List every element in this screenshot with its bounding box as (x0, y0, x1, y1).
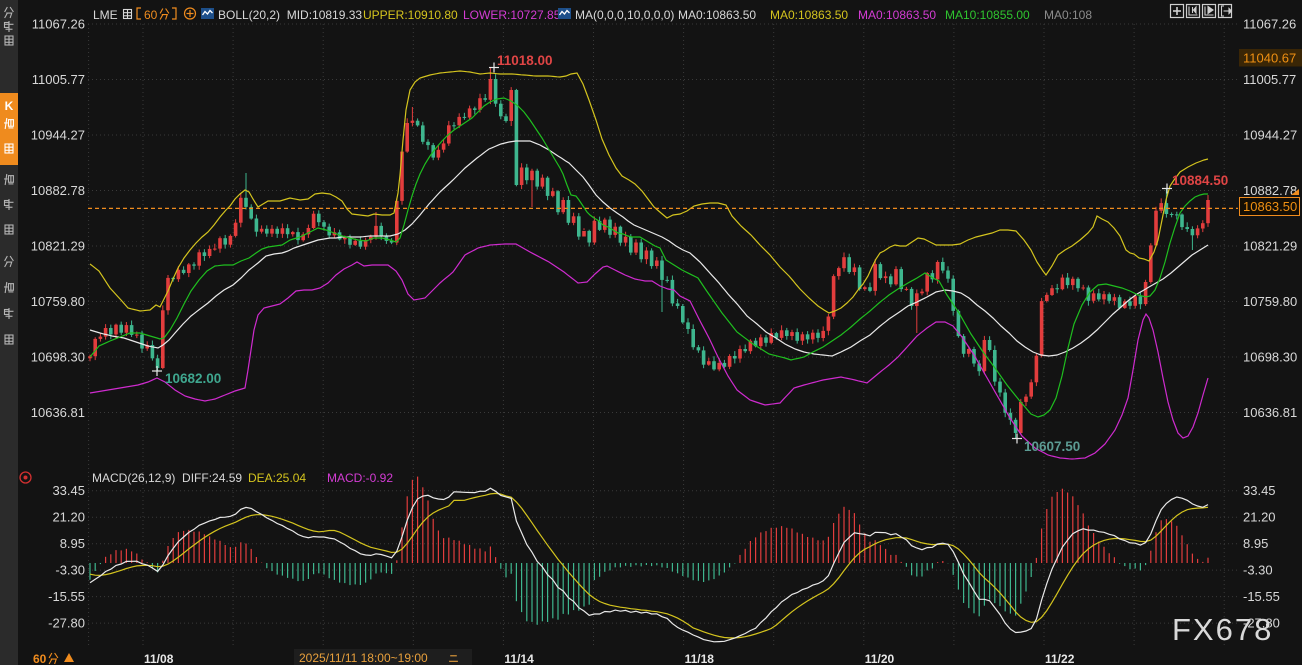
svg-text:10607.50: 10607.50 (1024, 439, 1080, 454)
svg-text:10944.27: 10944.27 (31, 128, 85, 143)
svg-text:BOLL(20,2) MID:10819.33: BOLL(20,2) MID:10819.33 (218, 8, 362, 22)
svg-text:10682.00: 10682.00 (165, 371, 221, 386)
svg-text:11018.00: 11018.00 (497, 53, 553, 68)
svg-text:-15.55: -15.55 (1243, 589, 1280, 604)
svg-text:UPPER:10910.80: UPPER:10910.80 (363, 8, 458, 22)
svg-text:10882.78: 10882.78 (31, 183, 85, 198)
svg-text:11/14: 11/14 (504, 652, 534, 665)
svg-text:11005.77: 11005.77 (32, 72, 85, 87)
svg-text:MA0:10863.50: MA0:10863.50 (858, 8, 936, 22)
svg-text:FX678: FX678 (1172, 612, 1273, 647)
svg-text:11040.67: 11040.67 (1243, 51, 1296, 66)
svg-text:-3.30: -3.30 (1243, 563, 1273, 578)
svg-text:10882.78: 10882.78 (1243, 183, 1297, 198)
svg-text:60: 60 (144, 8, 158, 22)
svg-text:10821.29: 10821.29 (31, 239, 85, 254)
svg-text:11067.26: 11067.26 (32, 17, 85, 32)
svg-text:MA(0,0,0,10,0,0,0): MA(0,0,0,10,0,0,0) (575, 8, 674, 22)
svg-text:11067.26: 11067.26 (1243, 17, 1296, 32)
svg-text:11/18: 11/18 (685, 652, 715, 665)
svg-text:2025/11/11 18:00~19:00: 2025/11/11 18:00~19:00 (299, 651, 428, 665)
svg-text:MACD:-0.92: MACD:-0.92 (327, 471, 393, 485)
svg-text:11005.77: 11005.77 (1243, 72, 1296, 87)
svg-text:K: K (5, 99, 14, 113)
svg-text:DEA:25.04: DEA:25.04 (248, 471, 306, 485)
svg-text:-15.55: -15.55 (48, 589, 85, 604)
svg-text:MACD(26,12,9) DIFF:24.59: MACD(26,12,9) DIFF:24.59 (92, 471, 242, 485)
svg-text:33.45: 33.45 (1243, 483, 1276, 498)
svg-text:LME: LME (93, 8, 118, 22)
svg-text:MA10:10855.00: MA10:10855.00 (945, 8, 1030, 22)
svg-text:MA0:10863.50: MA0:10863.50 (770, 8, 848, 22)
svg-text:10698.30: 10698.30 (31, 350, 85, 365)
svg-text:10636.81: 10636.81 (31, 405, 85, 420)
svg-text:MA0:10863.50: MA0:10863.50 (678, 8, 756, 22)
svg-text:-27.80: -27.80 (48, 616, 85, 631)
svg-text:MA0:108: MA0:108 (1044, 8, 1092, 22)
svg-text:21.20: 21.20 (52, 510, 85, 525)
svg-text:11/20: 11/20 (865, 652, 895, 665)
svg-text:11/08: 11/08 (144, 652, 174, 665)
svg-text:11/22: 11/22 (1045, 652, 1075, 665)
svg-text:10636.81: 10636.81 (1243, 405, 1297, 420)
svg-text:10698.30: 10698.30 (1243, 350, 1297, 365)
svg-text:8.95: 8.95 (60, 536, 85, 551)
svg-text:10944.27: 10944.27 (1243, 128, 1297, 143)
svg-text:10759.80: 10759.80 (1243, 294, 1297, 309)
svg-text:-3.30: -3.30 (55, 563, 85, 578)
svg-text:21.20: 21.20 (1243, 510, 1276, 525)
svg-text:10863.50: 10863.50 (1243, 199, 1297, 214)
svg-text:8.95: 8.95 (1243, 536, 1268, 551)
svg-text:LOWER:10727.85: LOWER:10727.85 (463, 8, 561, 22)
svg-text:10821.29: 10821.29 (1243, 239, 1297, 254)
svg-text:10884.50: 10884.50 (1172, 173, 1228, 188)
svg-text:10759.80: 10759.80 (31, 294, 85, 309)
svg-text:33.45: 33.45 (52, 483, 85, 498)
svg-text:60: 60 (33, 652, 47, 665)
